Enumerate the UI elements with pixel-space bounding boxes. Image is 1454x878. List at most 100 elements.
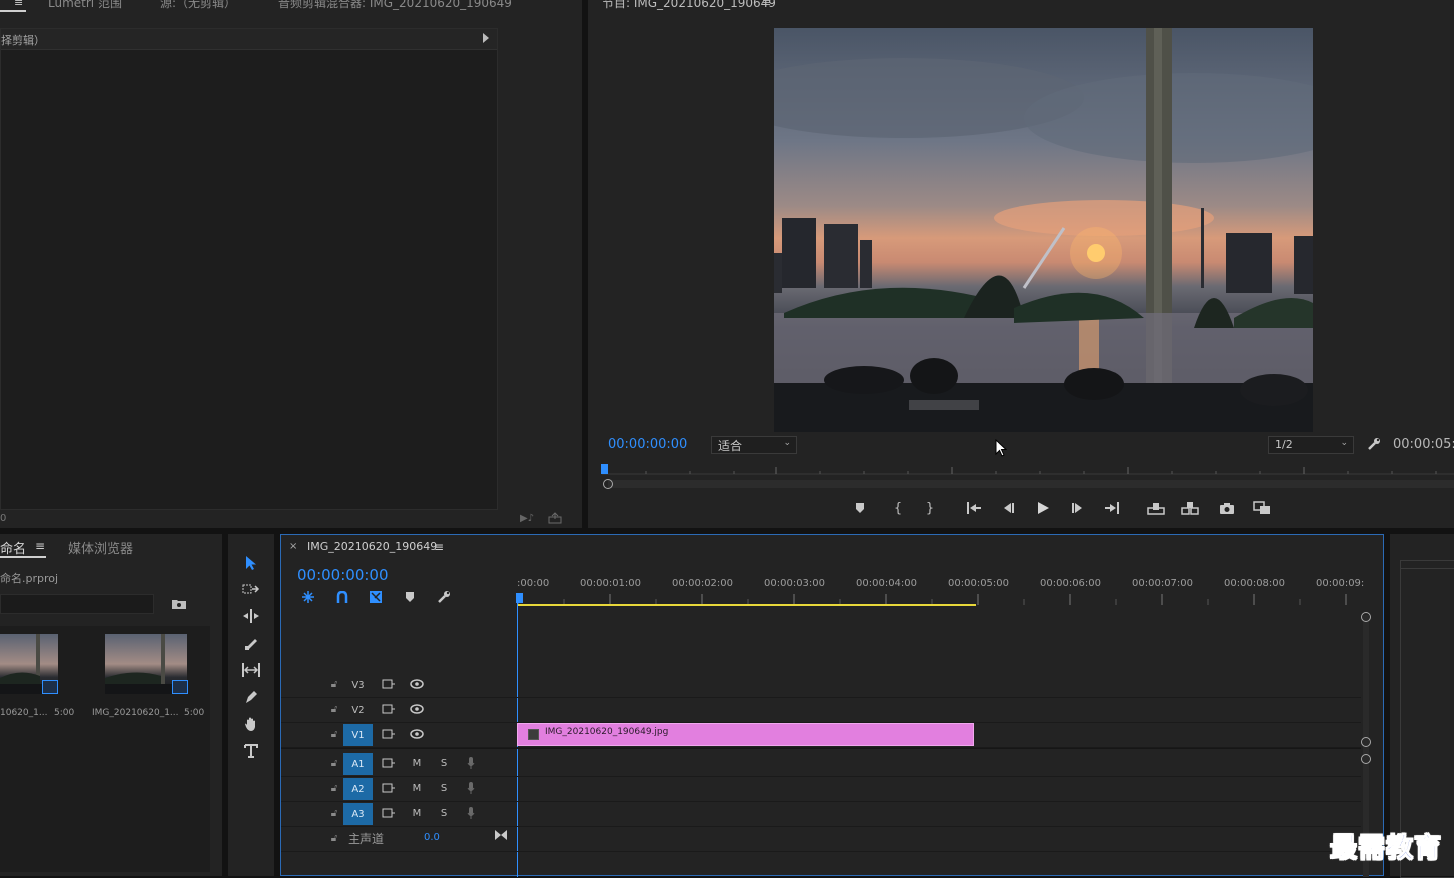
zoom-scrollbar[interactable]	[608, 480, 1454, 488]
master-volume-value[interactable]: 0.0	[424, 832, 440, 843]
toggle-sync-icon[interactable]	[381, 702, 397, 716]
program-ruler[interactable]	[602, 463, 1454, 475]
eye-icon[interactable]	[409, 702, 425, 716]
project-search-input[interactable]	[0, 594, 154, 614]
camera-icon[interactable]	[1218, 500, 1236, 516]
ruler-label: 00:00:07:00	[1132, 578, 1194, 589]
tab-media-browser[interactable]: 媒体浏览器	[68, 538, 133, 557]
solo-button[interactable]: S	[436, 806, 452, 820]
lock-icon[interactable]: 🔓︎	[327, 806, 341, 820]
razor-tool-icon[interactable]	[238, 632, 264, 654]
eye-icon[interactable]	[409, 727, 425, 741]
close-icon[interactable]: ×	[289, 541, 297, 552]
track-name-v2[interactable]: V2	[343, 699, 373, 721]
selection-tool-icon[interactable]	[238, 551, 264, 575]
program-monitor-title[interactable]: 节目: IMG_20210620_190649	[602, 0, 776, 11]
project-item[interactable]: IMG_20210620_1... 5:00	[90, 634, 206, 724]
project-items-area: 10620_1... 5:00 IMG_20210620_1... 5:00	[0, 626, 210, 872]
linked-selection-icon[interactable]	[367, 589, 385, 605]
microphone-icon[interactable]	[463, 781, 479, 795]
tab-lumetri-scopes[interactable]: Lumetri 范围	[48, 0, 122, 11]
sequence-timecode[interactable]: 00:00:00:00	[297, 566, 389, 584]
toggle-sync-icon[interactable]	[381, 727, 397, 741]
track-name-a3[interactable]: A3	[343, 803, 373, 825]
video-frame[interactable]	[774, 28, 1313, 432]
sequence-tab[interactable]: IMG_20210620_190649	[307, 540, 437, 553]
track-name-a2[interactable]: A2	[343, 778, 373, 800]
add-marker-icon[interactable]	[852, 500, 868, 516]
program-playhead[interactable]	[601, 464, 608, 474]
scroll-handle-top[interactable]	[1361, 612, 1371, 622]
work-area-bar[interactable]	[517, 604, 976, 606]
timeline-playhead[interactable]	[516, 593, 523, 603]
track-select-tool-icon[interactable]	[238, 578, 264, 600]
lock-icon[interactable]: 🔓︎	[327, 702, 341, 716]
mute-button[interactable]: M	[409, 806, 425, 820]
project-menu-icon[interactable]: ≡	[35, 539, 45, 553]
toggle-sync-icon[interactable]	[381, 677, 397, 691]
type-tool-icon[interactable]	[238, 740, 264, 762]
track-name-a1[interactable]: A1	[343, 753, 373, 775]
tools-panel	[228, 534, 274, 876]
nest-sequence-icon[interactable]	[299, 589, 317, 605]
expand-arrow-icon[interactable]	[483, 33, 489, 43]
extract-icon[interactable]	[1180, 500, 1200, 516]
tab-audio-clip-mixer[interactable]: 音频剪辑混合器: IMG_20210620_190649	[278, 0, 512, 11]
hamburger-icon[interactable]: ≡	[14, 0, 24, 10]
hand-tool-icon[interactable]	[238, 713, 264, 735]
project-item[interactable]: 10620_1... 5:00	[0, 634, 80, 724]
footer-timecode: 0	[0, 513, 7, 524]
track-name-v3[interactable]: V3	[343, 674, 373, 696]
program-menu-icon[interactable]: ≡	[762, 0, 771, 9]
wrench-icon[interactable]	[1366, 436, 1382, 452]
microphone-icon[interactable]	[463, 806, 479, 820]
mark-in-icon[interactable]: {	[890, 500, 906, 516]
lock-icon[interactable]: 🔓︎	[327, 831, 341, 845]
lock-icon[interactable]: 🔓︎	[327, 677, 341, 691]
snap-icon[interactable]	[333, 589, 351, 605]
ripple-edit-tool-icon[interactable]	[238, 605, 264, 627]
resolution-select[interactable]: 1/2 ⌄	[1268, 436, 1354, 454]
lock-icon[interactable]: 🔓︎	[327, 756, 341, 770]
toggle-sync-icon[interactable]	[381, 781, 397, 795]
play-audio-icon[interactable]: ▶♪	[518, 511, 536, 525]
program-monitor: 节目: IMG_20210620_190649 ≡ 00:00:00:00 适合…	[588, 0, 1454, 528]
track-name-v1[interactable]: V1	[343, 724, 373, 746]
scroll-handle-lower[interactable]	[1361, 754, 1371, 764]
tab-source[interactable]: 源:（无剪辑）	[160, 0, 236, 11]
lift-icon[interactable]	[1146, 500, 1166, 516]
toggle-sync-icon[interactable]	[381, 806, 397, 820]
new-bin-search-icon[interactable]	[170, 595, 188, 611]
eye-icon[interactable]	[409, 677, 425, 691]
microphone-icon[interactable]	[463, 756, 479, 770]
program-timecode[interactable]: 00:00:00:00	[608, 437, 687, 452]
lock-icon[interactable]: 🔓︎	[327, 727, 341, 741]
go-to-edit-point-icon[interactable]	[493, 828, 509, 842]
play-icon[interactable]	[1034, 499, 1052, 517]
toggle-sync-icon[interactable]	[381, 756, 397, 770]
go-to-in-icon[interactable]	[966, 500, 982, 516]
ruler-label: 00:00:09:	[1316, 578, 1365, 589]
tab-project[interactable]: 命名	[0, 538, 26, 557]
zoom-select[interactable]: 适合 ⌄	[711, 436, 797, 454]
zoom-scroll-handle[interactable]	[603, 479, 613, 489]
step-back-icon[interactable]	[1000, 500, 1016, 516]
go-to-out-icon[interactable]	[1104, 500, 1120, 516]
solo-button[interactable]: S	[436, 781, 452, 795]
sunset-scene	[774, 28, 1313, 432]
add-marker-icon[interactable]	[401, 589, 419, 605]
slip-tool-icon[interactable]	[238, 659, 264, 681]
mute-button[interactable]: M	[409, 756, 425, 770]
timeline-settings-wrench-icon[interactable]	[435, 589, 453, 605]
lock-icon[interactable]: 🔓︎	[327, 781, 341, 795]
comparison-view-icon[interactable]	[1252, 500, 1272, 516]
sequence-menu-icon[interactable]: ≡	[434, 540, 444, 554]
pen-tool-icon[interactable]	[238, 686, 264, 708]
step-forward-icon[interactable]	[1070, 500, 1086, 516]
export-icon[interactable]	[546, 511, 564, 525]
video-clip[interactable]: IMG_20210620_190649.jpg	[517, 723, 974, 746]
mark-out-icon[interactable]: }	[922, 500, 938, 516]
mute-button[interactable]: M	[409, 781, 425, 795]
scroll-handle-middle[interactable]	[1361, 737, 1371, 747]
solo-button[interactable]: S	[436, 756, 452, 770]
